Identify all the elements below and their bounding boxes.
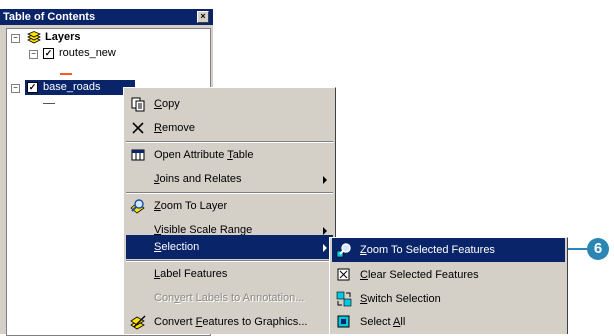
step-callout-badge: 6 (587, 238, 609, 260)
layer-context-menu: Copy Remove Open Attribute Table Joins a… (123, 87, 336, 334)
toc-title-bar[interactable]: Table of Contents × (0, 9, 213, 25)
collapse-icon[interactable]: − (11, 84, 20, 93)
zoom-to-layer-icon (130, 199, 145, 214)
layer-visibility-checkbox[interactable]: ✓ (43, 48, 54, 59)
layer-name-routes-new[interactable]: routes_new (59, 46, 116, 60)
menu-item-open-attribute-table[interactable]: Open Attribute Table (126, 143, 333, 167)
zoom-to-selected-icon (336, 243, 351, 258)
close-icon[interactable]: × (197, 11, 209, 23)
collapse-icon[interactable]: − (11, 34, 20, 43)
selection-submenu: Zoom To Selected Features Clear Selected… (329, 237, 568, 334)
toc-title: Table of Contents (3, 11, 96, 23)
layer-symbol-line (60, 73, 72, 75)
menu-item-convert-labels-to-annotation[interactable]: Convert Labels to Annotation... (126, 286, 333, 310)
menu-item-zoom-to-layer[interactable]: Zoom To Layer (126, 194, 333, 218)
menu-item-joins-and-relates[interactable]: Joins and Relates (126, 167, 333, 191)
table-icon (131, 149, 145, 161)
submenu-arrow-icon (323, 244, 327, 252)
select-all-icon (337, 315, 350, 328)
menu-item-convert-features-to-graphics[interactable]: Convert Features to Graphics... (126, 310, 333, 334)
switch-selection-icon (336, 291, 352, 307)
menu-item-switch-selection[interactable]: Switch Selection (332, 287, 565, 311)
menu-item-select-all[interactable]: Select All (332, 310, 565, 334)
submenu-arrow-icon (323, 176, 327, 184)
menu-item-label-features[interactable]: Label Features (126, 262, 333, 286)
menu-item-selection[interactable]: Selection (126, 235, 333, 259)
collapse-icon[interactable]: − (29, 50, 38, 59)
copy-icon (131, 97, 145, 112)
submenu-arrow-icon (323, 227, 327, 235)
layer-visibility-checkbox[interactable]: ✓ (27, 82, 38, 93)
menu-item-remove[interactable]: Remove (126, 116, 333, 140)
layers-label[interactable]: Layers (45, 30, 80, 44)
layer-name-base-roads[interactable]: base_roads (43, 80, 101, 94)
menu-item-zoom-to-selected-features[interactable]: Zoom To Selected Features (332, 238, 565, 262)
layers-icon (27, 31, 41, 44)
layer-symbol-line (43, 103, 55, 104)
menu-item-clear-selected-features[interactable]: Clear Selected Features (332, 263, 565, 287)
remove-icon (132, 122, 144, 134)
clear-selection-icon (337, 268, 350, 281)
convert-graphics-icon (130, 315, 146, 330)
menu-item-copy[interactable]: Copy (126, 92, 333, 116)
